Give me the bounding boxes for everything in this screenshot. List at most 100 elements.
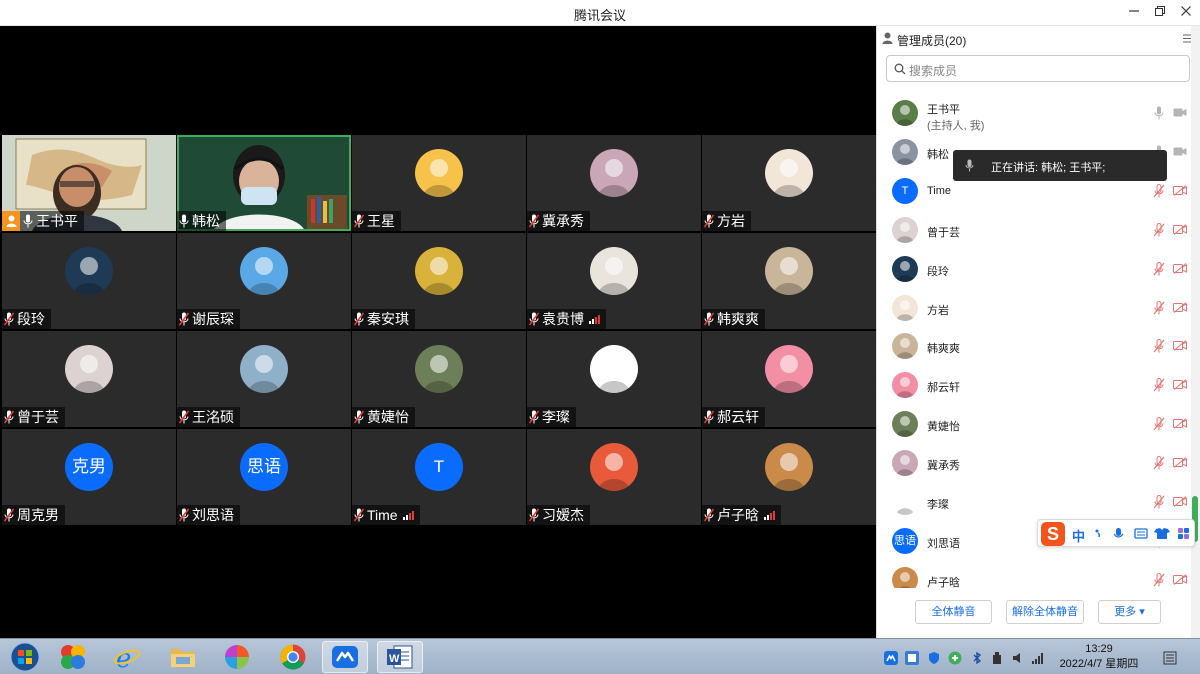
colorful-app-icon[interactable] <box>50 641 96 673</box>
participant-name: 曾于芸 <box>17 409 59 425</box>
bluetooth-icon[interactable] <box>970 651 984 665</box>
pinwheel-app-icon[interactable] <box>214 641 260 673</box>
member-row[interactable]: 方岩 <box>877 291 1191 329</box>
member-row[interactable]: 韩爽爽 <box>877 329 1191 367</box>
camera-off-icon[interactable] <box>1173 496 1187 507</box>
volume-icon[interactable] <box>1011 651 1025 665</box>
ie-browser-icon[interactable]: e <box>104 641 150 673</box>
video-tile[interactable]: 王星 <box>352 135 526 231</box>
video-tile[interactable]: 黄婕怡 <box>352 331 526 427</box>
video-tile[interactable]: 冀承秀 <box>527 135 701 231</box>
video-tile[interactable]: 李璨 <box>527 331 701 427</box>
video-tile[interactable]: 韩爽爽 <box>702 233 876 329</box>
mic-muted-icon[interactable] <box>1153 572 1165 587</box>
mic-muted-icon[interactable] <box>1153 495 1165 509</box>
ime-tools-icon[interactable] <box>1094 527 1194 541</box>
video-tile[interactable]: 克男 周克男 <box>2 429 176 525</box>
video-tile[interactable]: 袁贵博 <box>527 233 701 329</box>
member-row[interactable]: 郝云轩 <box>877 368 1191 406</box>
member-row[interactable]: 黄婕怡 <box>877 407 1191 445</box>
name-label-bar: Time <box>352 505 420 525</box>
video-tile[interactable]: 谢辰琛 <box>177 233 351 329</box>
member-row[interactable]: 李璨 <box>877 485 1191 523</box>
member-avatar <box>892 450 918 477</box>
camera-off-icon[interactable] <box>1173 301 1187 313</box>
restore-icon[interactable] <box>1148 3 1172 23</box>
member-row[interactable]: 冀承秀 <box>877 446 1191 484</box>
usb-device-icon[interactable] <box>990 651 1004 665</box>
camera-off-icon[interactable] <box>1173 223 1187 235</box>
name-label-bar: 李璨 <box>527 407 576 427</box>
taskbar-clock[interactable]: 13:29 2022/4/7 星期四 <box>1058 642 1140 672</box>
member-name: 王书平 <box>927 104 960 116</box>
avatar-initials: T <box>415 443 463 491</box>
member-name: 卢子晗 <box>927 576 960 588</box>
mic-muted-icon[interactable] <box>1153 261 1165 276</box>
security-shield-icon[interactable] <box>927 651 941 665</box>
camera-off-icon[interactable] <box>1173 262 1187 274</box>
camera-off-icon[interactable] <box>1173 184 1187 196</box>
network-signal-icon[interactable] <box>1031 651 1045 665</box>
camera-off-icon[interactable] <box>1173 418 1187 430</box>
camera-icon[interactable] <box>1173 107 1187 118</box>
member-name: 冀承秀 <box>927 460 960 473</box>
video-tile[interactable]: 习嫒杰 <box>527 429 701 525</box>
video-tile[interactable]: T Time <box>352 429 526 525</box>
mic-muted-icon[interactable] <box>1153 300 1165 315</box>
video-tile[interactable]: 段玲 <box>2 233 176 329</box>
video-area: 王书平 韩松 王星 冀承秀 方岩段玲 谢辰琛 秦安琪 袁贵博 韩爽爽曾于芸 王洺硕 黄婕怡 李璨 郝云轩… <box>0 26 876 638</box>
camera-off-icon[interactable] <box>1173 457 1187 468</box>
camera-off-icon[interactable] <box>1173 573 1187 585</box>
mic-muted-icon[interactable] <box>1153 378 1165 392</box>
chrome-browser-icon[interactable] <box>270 641 316 673</box>
mic-muted-icon <box>704 214 714 228</box>
close-icon[interactable] <box>1174 3 1198 23</box>
mic-icon[interactable] <box>1153 106 1165 120</box>
search-input[interactable]: 搜索成员 <box>909 62 957 79</box>
mic-muted-icon[interactable] <box>1153 339 1165 353</box>
video-tile[interactable]: 韩松 <box>177 135 351 231</box>
video-tile[interactable]: 方岩 <box>702 135 876 231</box>
video-tile[interactable]: 郝云轩 <box>702 331 876 427</box>
mute-all-button[interactable]: 全体静音 <box>915 600 992 624</box>
member-row[interactable]: 段玲 <box>877 252 1191 290</box>
mic-muted-icon[interactable] <box>1153 222 1165 237</box>
mic-muted-icon[interactable] <box>1153 183 1165 198</box>
camera-off-icon[interactable] <box>1173 340 1187 352</box>
member-search[interactable]: 搜索成员 <box>886 55 1190 82</box>
video-tile[interactable]: 秦安琪 <box>352 233 526 329</box>
search-icon <box>894 63 906 75</box>
member-row[interactable]: 卢子晗 <box>877 563 1191 588</box>
video-tile[interactable]: 王书平 <box>2 135 176 231</box>
green-tray-icon[interactable] <box>948 651 962 665</box>
ime-language[interactable]: 中 <box>1072 526 1085 545</box>
speaking-text: 正在讲话: 韩松; 王书平; <box>991 162 1106 174</box>
mic-muted-icon[interactable] <box>1153 417 1165 431</box>
sogou-logo-icon[interactable]: S <box>1041 522 1065 546</box>
minimize-icon[interactable] <box>1122 3 1146 23</box>
member-row[interactable]: 曾于芸 <box>877 213 1191 251</box>
mic-muted-icon[interactable] <box>1153 456 1165 470</box>
video-tile[interactable]: 王洺硕 <box>177 331 351 427</box>
tray-app-icon[interactable] <box>905 651 919 665</box>
mic-muted-icon <box>529 508 539 522</box>
avatar-initials: 思语 <box>240 443 288 491</box>
ime-toolbar[interactable]: S 中 <box>1037 519 1195 547</box>
action-center-icon[interactable] <box>1163 651 1177 665</box>
unmute-all-button[interactable]: 解除全体静音 <box>1006 600 1084 624</box>
video-tile[interactable]: 思语 刘思语 <box>177 429 351 525</box>
video-tile[interactable]: 曾于芸 <box>2 331 176 427</box>
camera-icon[interactable] <box>1173 146 1187 157</box>
mic-muted-icon <box>179 410 189 424</box>
tencent-meeting-icon[interactable] <box>322 641 368 673</box>
tencent-meeting-tray-icon[interactable] <box>884 651 898 665</box>
start-orb-icon[interactable] <box>2 641 48 673</box>
video-tile[interactable]: 卢子晗 <box>702 429 876 525</box>
more-button[interactable]: 更多 ▾ <box>1098 600 1161 624</box>
file-explorer-icon[interactable] <box>160 641 206 673</box>
member-name: 黄婕怡 <box>927 421 960 434</box>
network-signal-icon <box>402 510 414 520</box>
word-icon[interactable]: W <box>377 641 423 673</box>
member-row[interactable]: 王书平 (主持人, 我) <box>877 96 1191 134</box>
camera-off-icon[interactable] <box>1173 379 1187 391</box>
